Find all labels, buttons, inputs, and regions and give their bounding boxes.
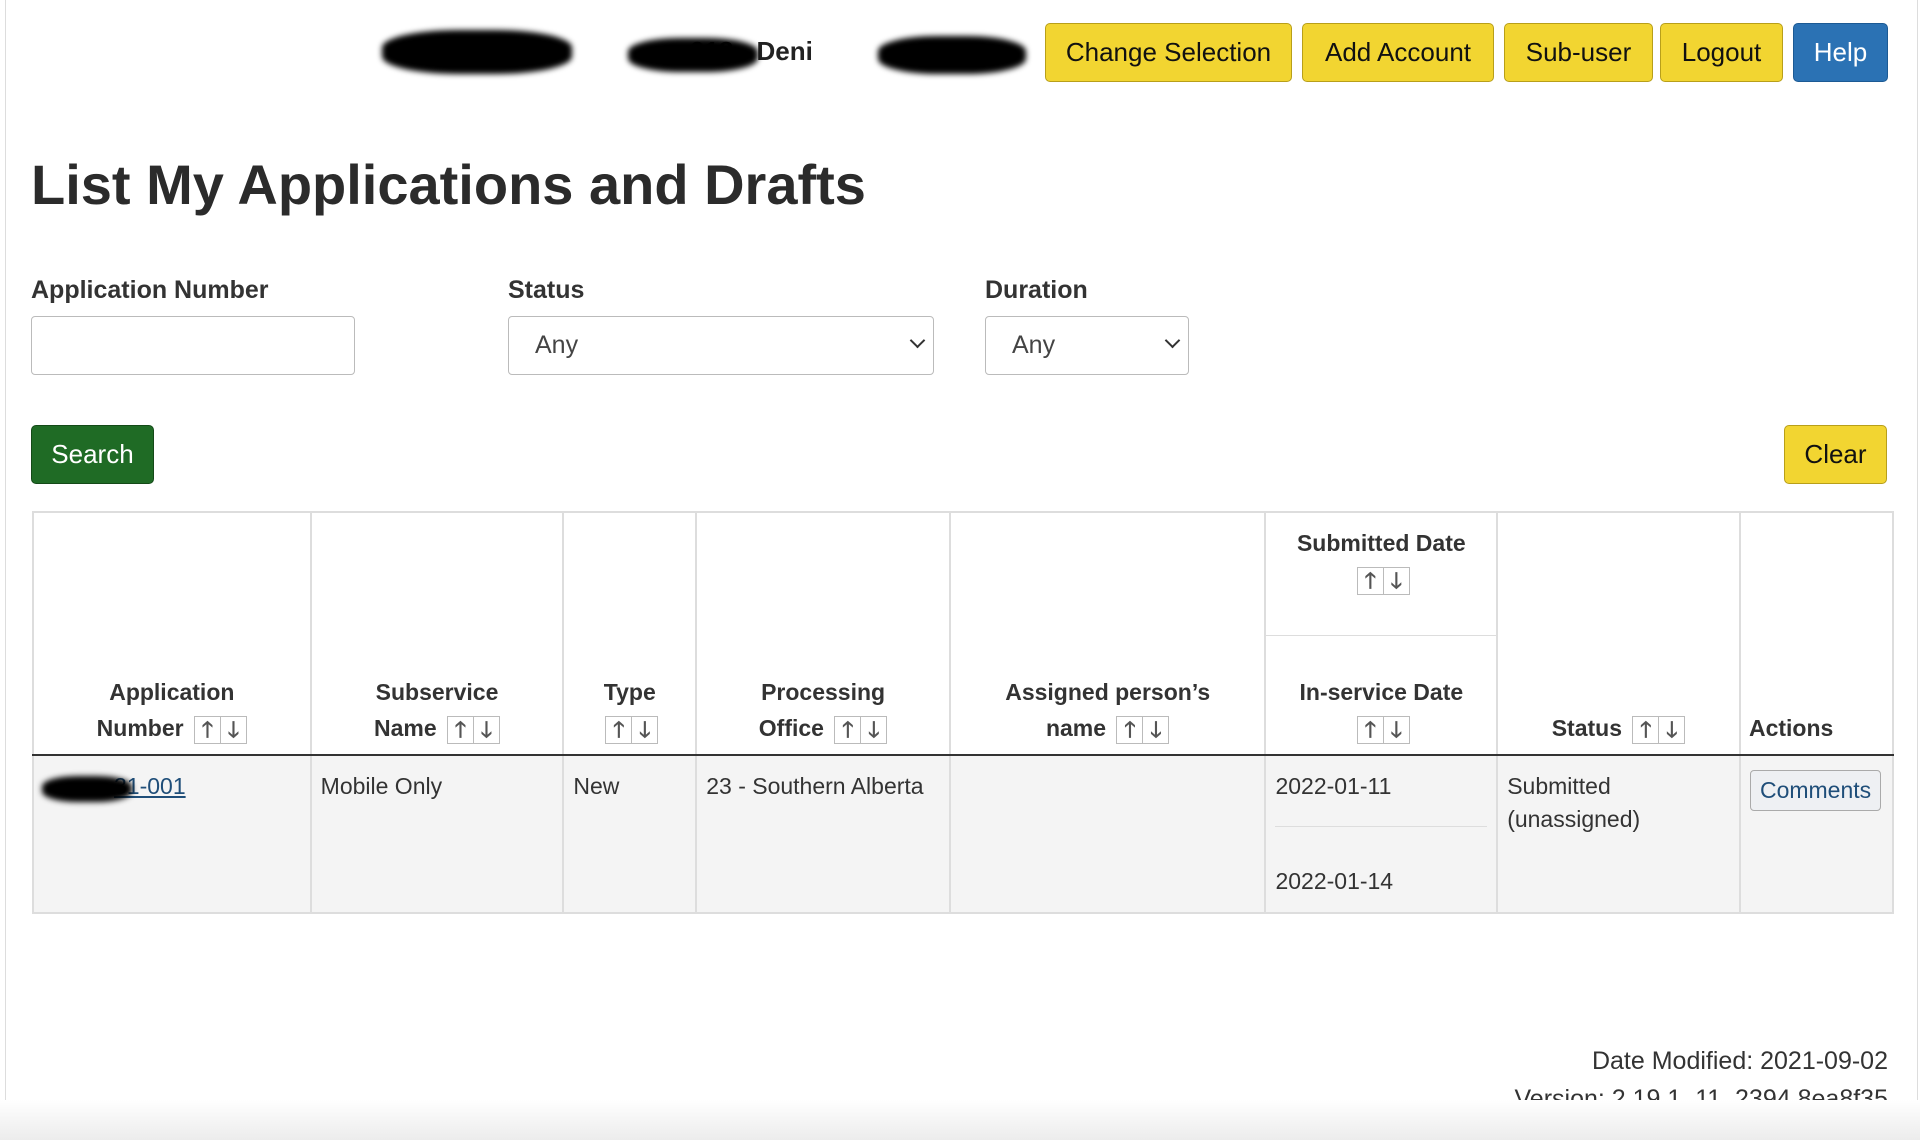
chevron-down-icon — [1164, 332, 1181, 349]
applications-table: Application Number 🡑 🡓 Subservice Name 🡑 🡓… — [32, 511, 1895, 914]
cell-subservice: Mobile Only — [309, 754, 565, 914]
header-subservice-name: Subservice Name 🡑 🡓 — [309, 511, 565, 756]
cell-type: New — [562, 754, 698, 914]
header-assigned-person: Assigned person’s name 🡑 🡓 — [948, 511, 1267, 756]
cell-actions: Comments — [1738, 754, 1895, 914]
sort-desc-icon[interactable]: 🡓 — [631, 716, 657, 743]
page-bottom-shade — [0, 1100, 1920, 1140]
duration-select[interactable]: Any — [985, 316, 1189, 375]
sort-desc-icon[interactable]: 🡓 — [1658, 716, 1684, 743]
status-select[interactable]: Any — [508, 316, 934, 375]
sort-desc-icon[interactable]: 🡓 — [473, 716, 499, 743]
chevron-down-icon — [909, 332, 926, 349]
header-label: Assigned person’s — [1005, 679, 1211, 705]
redacted-name — [878, 36, 1026, 74]
header-status: Status 🡑 🡓 — [1496, 511, 1741, 756]
header-application-number: Application Number 🡑 🡓 — [32, 511, 312, 756]
sort-asc-icon[interactable]: 🡑 — [606, 717, 631, 743]
logout-button[interactable]: Logout — [1660, 23, 1783, 82]
header-label: Application — [109, 679, 235, 705]
redacted-account — [628, 38, 758, 72]
redacted-name — [382, 30, 572, 74]
status-value: Any — [535, 331, 579, 359]
page-border — [1917, 0, 1918, 1140]
header-actions: Actions — [1738, 511, 1895, 756]
header-label: Actions — [1748, 715, 1834, 741]
page-border — [5, 0, 6, 1140]
application-number-input[interactable] — [31, 316, 355, 375]
header-label: Status — [1551, 715, 1623, 741]
clear-button[interactable]: Clear — [1784, 425, 1887, 484]
header-label: Office — [758, 715, 824, 741]
header-label: Submitted Date — [1296, 530, 1466, 556]
add-account-button[interactable]: Add Account — [1302, 23, 1494, 82]
sort-desc-icon[interactable]: 🡓 — [219, 716, 246, 743]
sort-control: 🡑 🡓 — [193, 715, 247, 744]
sort-control: 🡑 🡓 — [447, 715, 501, 744]
in-service-date: 2022-01-14 — [1275, 868, 1394, 894]
header-label: Name — [373, 715, 437, 741]
duration-value: Any — [1012, 331, 1056, 359]
comments-button[interactable]: Comments — [1749, 770, 1882, 811]
header-label: Subservice — [375, 679, 499, 705]
sort-asc-icon[interactable]: 🡑 — [835, 717, 860, 743]
cell-office: 23 - Southern Alberta — [695, 754, 951, 914]
sort-asc-icon[interactable]: 🡑 — [448, 717, 473, 743]
header-label: Number — [96, 715, 184, 741]
header-dates: Submitted Date 🡑 🡓 In-service Date 🡑 🡓 — [1264, 511, 1499, 756]
sort-asc-icon[interactable]: 🡑 — [1358, 568, 1383, 594]
duration-label: Duration — [985, 276, 1088, 304]
sort-control: 🡑 🡓 — [834, 715, 888, 744]
sort-control: 🡑 🡓 — [1356, 566, 1410, 595]
header-processing-office: Processing Office 🡑 🡓 — [695, 511, 951, 756]
cell-assigned — [948, 754, 1267, 914]
sort-desc-icon[interactable]: 🡓 — [1142, 716, 1168, 743]
sort-control: 🡑 🡓 — [1356, 715, 1410, 744]
help-button[interactable]: Help — [1793, 23, 1888, 82]
cell-dates: 2022-01-11 2022-01-14 — [1264, 754, 1499, 914]
submitted-date: 2022-01-11 — [1275, 773, 1392, 799]
sort-desc-icon[interactable]: 🡓 — [1382, 716, 1409, 743]
sub-user-button[interactable]: Sub-user — [1504, 23, 1653, 82]
sort-control: 🡑 🡓 — [1632, 715, 1686, 744]
redacted-number — [42, 776, 132, 802]
sort-asc-icon[interactable]: 🡑 — [195, 717, 220, 743]
table-row: 31-001 Mobile Only New 23 - Southern Alb… — [32, 754, 1895, 914]
header-type: Type 🡑 🡓 — [562, 511, 698, 756]
sort-asc-icon[interactable]: 🡑 — [1117, 717, 1142, 743]
sort-desc-icon[interactable]: 🡓 — [1382, 567, 1409, 594]
application-number-label: Application Number — [31, 276, 269, 304]
sort-desc-icon[interactable]: 🡓 — [860, 716, 886, 743]
page-title: List My Applications and Drafts — [31, 153, 866, 216]
change-selection-button[interactable]: Change Selection — [1045, 23, 1292, 82]
status-label: Status — [508, 276, 585, 304]
status-text: Submitted — [1507, 773, 1611, 799]
search-button[interactable]: Search — [31, 425, 154, 484]
header-label: Type — [603, 679, 656, 705]
sort-asc-icon[interactable]: 🡑 — [1633, 717, 1658, 743]
header-label: name — [1045, 715, 1107, 741]
header-label: In-service Date — [1299, 679, 1464, 705]
cell-status: Submitted (unassigned) — [1496, 754, 1741, 914]
sort-control: 🡑 🡓 — [1116, 715, 1170, 744]
header-label: Processing — [761, 679, 886, 705]
sort-asc-icon[interactable]: 🡑 — [1358, 717, 1383, 743]
sort-control: 🡑 🡓 — [605, 715, 659, 744]
date-modified: Date Modified: 2021-09-02 — [1591, 1047, 1888, 1075]
status-subtext: (unassigned) — [1507, 806, 1641, 832]
